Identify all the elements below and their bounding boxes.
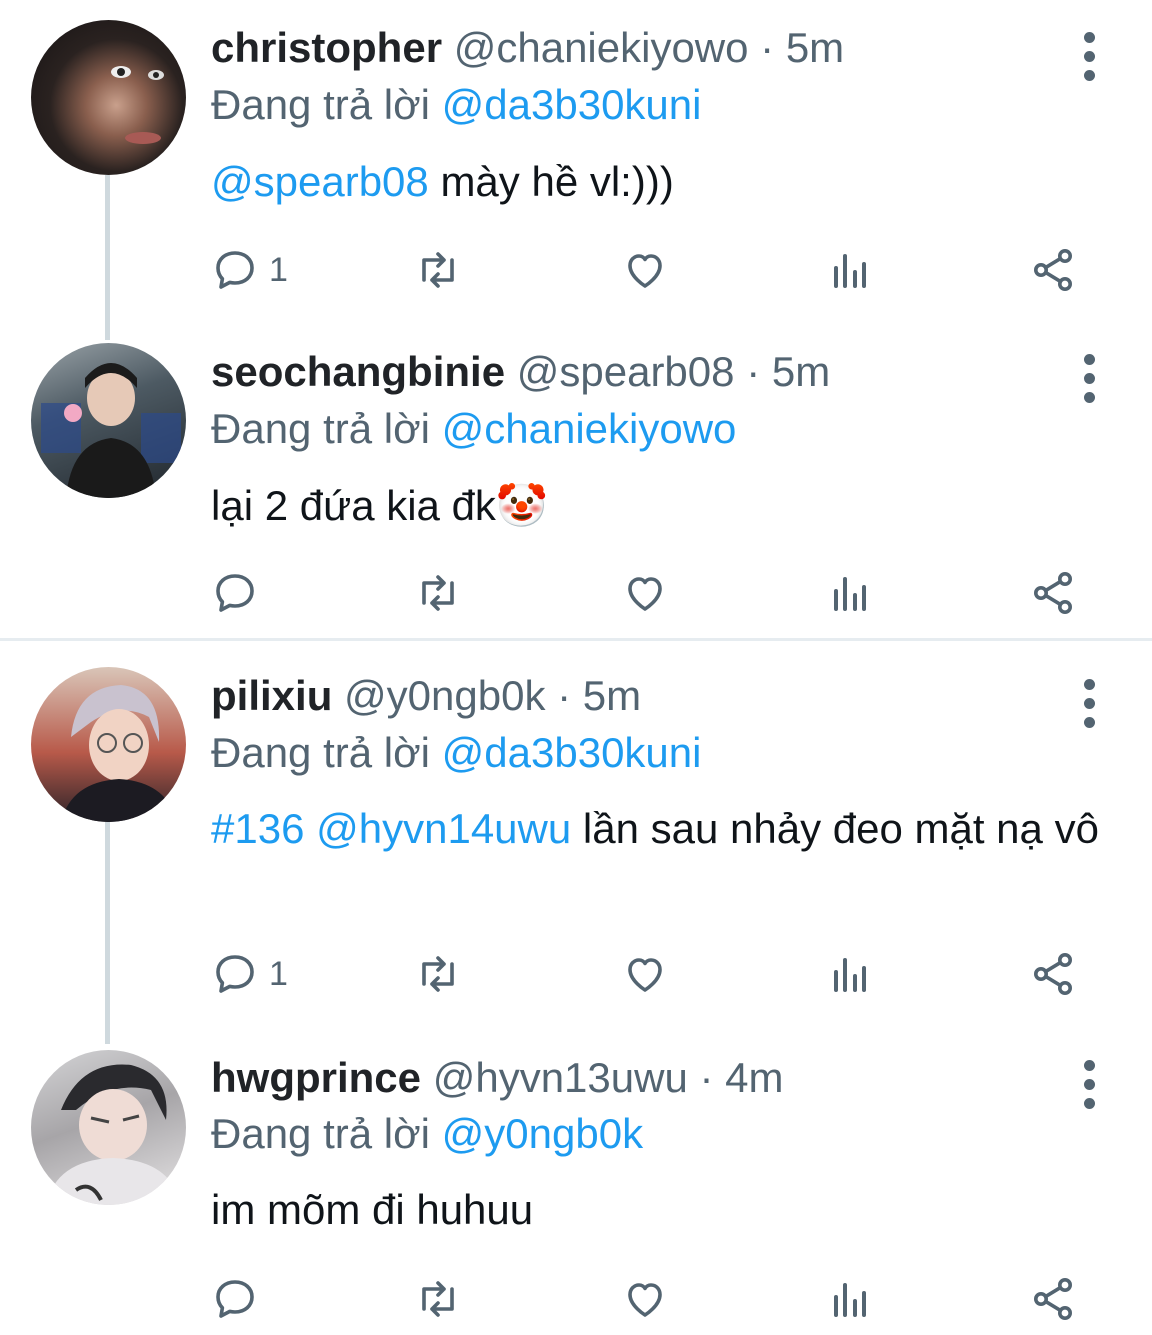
timestamp: · 5m [557,672,642,719]
reply-to-link[interactable]: @da3b30kuni [442,729,702,776]
tweet-header: pilixiu @y0ngb0k · 5m [211,670,641,722]
like-button[interactable] [621,1269,669,1329]
thread-divider [0,638,1152,641]
reply-to-link[interactable]: @da3b30kuni [442,81,702,128]
tweet-actions [211,1269,1111,1329]
reply-context: Đang trả lời @da3b30kuni [211,79,701,131]
share-icon [1034,1278,1072,1320]
more-icon[interactable] [1072,667,1108,728]
reply-to-link[interactable]: @chaniekiyowo [442,405,737,452]
more-icon[interactable] [1072,1048,1108,1109]
reply-prefix: Đang trả lời [211,81,430,128]
like-icon [628,254,662,288]
views-button[interactable] [826,563,874,623]
retweet-button[interactable] [414,1269,462,1329]
views-icon [834,958,866,992]
share-icon [1034,953,1072,995]
tweet-actions [211,563,1111,623]
reply-prefix: Đang trả lời [211,729,430,776]
reply-context: Đang trả lời @chaniekiyowo [211,403,736,455]
more-icon[interactable] [1072,20,1108,81]
display-name[interactable]: pilixiu [211,672,332,719]
retweet-icon [422,1281,454,1317]
display-name[interactable]: seochangbinie [211,348,505,395]
reply-context: Đang trả lời @da3b30kuni [211,727,701,779]
reply-button[interactable]: 1 [211,944,288,1004]
timestamp: · 5m [746,348,831,395]
views-button[interactable] [826,944,874,1004]
tweet-text: lại 2 đứa kia đk🤡 [211,477,1111,535]
retweet-button[interactable] [414,944,462,1004]
tweet-text: #136 @hyvn14uwu lần sau nhảy đeo mặt nạ … [211,800,1101,858]
views-icon [834,1283,866,1317]
reply-count: 1 [269,250,288,289]
share-button[interactable] [1029,563,1077,623]
tweet-header: christopher @chaniekiyowo · 5m [211,22,844,74]
thread-connector [105,175,110,340]
avatar[interactable] [31,667,186,822]
display-name[interactable]: christopher [211,24,442,71]
retweet-icon [422,252,454,288]
share-button[interactable] [1029,240,1077,300]
thread-connector [105,822,110,1044]
retweet-icon [422,956,454,992]
more-icon[interactable] [1072,342,1108,403]
views-button[interactable] [826,240,874,300]
tweet-actions: 1 [211,944,1111,1004]
reply-icon [216,1280,254,1318]
views-button[interactable] [826,1269,874,1329]
reply-button[interactable]: 1 [211,240,288,300]
share-icon [1034,572,1072,614]
reply-icon [216,955,254,993]
reply-prefix: Đang trả lời [211,405,430,452]
retweet-button[interactable] [414,563,462,623]
tweet-text: im mõm đi huhuu [211,1181,1111,1239]
user-handle[interactable]: @spearb08 [517,348,735,395]
tweet-body-text: mày hề vl:))) [428,158,674,205]
reply-button[interactable] [211,563,259,623]
share-icon [1034,249,1072,291]
like-button[interactable] [621,563,669,623]
mention-link[interactable]: @spearb08 [211,158,429,205]
share-button[interactable] [1029,1269,1077,1329]
like-button[interactable] [621,240,669,300]
reply-icon [216,574,254,612]
reply-icon [216,251,254,289]
user-handle[interactable]: @y0ngb0k [344,672,545,719]
avatar[interactable] [31,20,186,175]
timestamp: · 4m [699,1054,784,1101]
retweet-button[interactable] [414,240,462,300]
like-icon [628,577,662,611]
tweet-body-text: lại 2 đứa kia đk🤡 [211,482,549,529]
reply-context: Đang trả lời @y0ngb0k [211,1108,643,1160]
views-icon [834,254,866,288]
tweet-header: hwgprince @hyvn13uwu · 4m [211,1052,784,1104]
display-name[interactable]: hwgprince [211,1054,421,1101]
user-handle[interactable]: @chaniekiyowo [454,24,749,71]
user-handle[interactable]: @hyvn13uwu [433,1054,688,1101]
tweet-body-text: im mõm đi huhuu [211,1186,534,1233]
tweet-text: @spearb08 mày hề vl:))) [211,153,1111,211]
timestamp: · 5m [760,24,845,71]
reply-prefix: Đang trả lời [211,1110,430,1157]
avatar[interactable] [31,1050,186,1205]
tweet-actions: 1 [211,240,1111,300]
mention-link[interactable]: @hyvn14uwu [316,805,571,852]
like-icon [628,958,662,992]
retweet-icon [422,575,454,611]
like-icon [628,1283,662,1317]
avatar[interactable] [31,343,186,498]
tweet-header: seochangbinie @spearb08 · 5m [211,346,830,398]
reply-button[interactable] [211,1269,259,1329]
hashtag-link[interactable]: #136 [211,805,304,852]
like-button[interactable] [621,944,669,1004]
share-button[interactable] [1029,944,1077,1004]
views-icon [834,577,866,611]
reply-to-link[interactable]: @y0ngb0k [442,1110,643,1157]
tweet-body-text: lần sau nhảy đeo mặt nạ vô [571,805,1099,852]
reply-count: 1 [269,954,288,993]
